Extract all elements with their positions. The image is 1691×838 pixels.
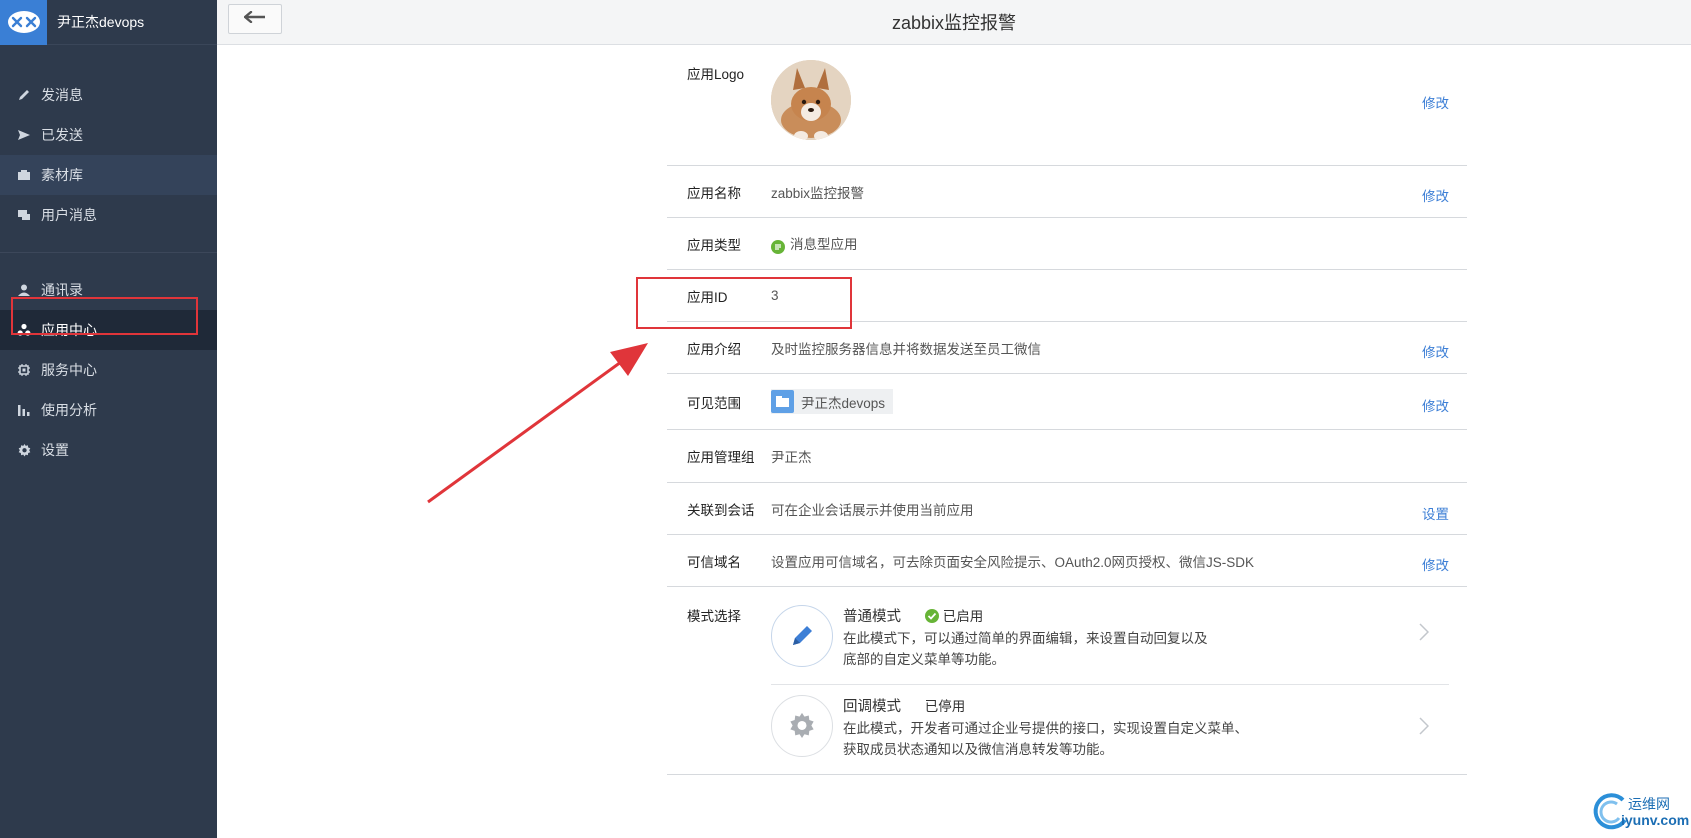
- sidebar-item-label: 服务中心: [41, 362, 97, 378]
- sidebar-item-label: 已发送: [41, 127, 83, 143]
- gear-icon: [16, 442, 32, 458]
- scope-label: 可见范围: [687, 395, 741, 411]
- apps-icon: [16, 322, 32, 338]
- chat-icon: [16, 207, 32, 223]
- session-value: 可在企业会话展示并使用当前应用: [771, 502, 974, 518]
- nav-group-messages: 发消息 已发送 素材库 用户消息: [0, 45, 217, 235]
- edit-logo-link[interactable]: 修改: [1422, 92, 1449, 112]
- type-label: 应用类型: [687, 237, 741, 253]
- edit-intro-link[interactable]: 修改: [1422, 341, 1449, 361]
- edit-name-link[interactable]: 修改: [1422, 185, 1449, 205]
- sidebar-item-service-center[interactable]: 服务中心: [0, 350, 217, 390]
- domain-value: 设置应用可信域名，可去除页面安全风险提示、OAuth2.0网页授权、微信JS-S…: [771, 554, 1255, 570]
- mode-normal-desc-line1: 在此模式下，可以通过简单的界面编辑，来设置自动回复以及: [843, 631, 1208, 646]
- sidebar-item-sent[interactable]: 已发送: [0, 115, 217, 155]
- watermark-cn: 运维网: [1628, 796, 1670, 812]
- admin-label: 应用管理组: [687, 450, 755, 465]
- mode-callback-status: 已停用: [924, 699, 966, 714]
- sidebar-item-label: 发消息: [41, 87, 83, 103]
- brand-logo-icon: [0, 0, 47, 45]
- row-trusted-domain: 可信域名 设置应用可信域名，可去除页面安全风险提示、OAuth2.0网页授权、微…: [667, 535, 1467, 587]
- gear-icon: [771, 695, 833, 757]
- name-label: 应用名称: [687, 185, 741, 201]
- check-circle-icon: [924, 609, 939, 626]
- topbar: zabbix监控报警: [217, 0, 1691, 45]
- row-app-intro: 应用介绍 及时监控服务器信息并将数据发送至员工微信 修改: [667, 322, 1467, 374]
- intro-label: 应用介绍: [687, 341, 741, 357]
- brand-header[interactable]: 尹正杰devops: [0, 0, 217, 45]
- user-icon: [16, 282, 32, 298]
- message-type-icon: [771, 240, 785, 254]
- watermark-logo: 运维网 iyunv.com: [1587, 790, 1690, 832]
- app-type-value: 消息型应用: [790, 237, 858, 252]
- sidebar-item-label: 通讯录: [41, 282, 83, 298]
- brand-name: 尹正杰devops: [57, 14, 145, 30]
- nav-group-manage: 通讯录 应用中心 服务中心 使用分析 设置: [0, 252, 217, 470]
- annotation-arrow: [427, 343, 648, 504]
- folder-icon: [771, 390, 794, 413]
- app-name-value: zabbix监控报警: [771, 185, 865, 201]
- sidebar-item-contacts[interactable]: 通讯录: [0, 270, 217, 310]
- row-mode-select: 模式选择 普通模式 已启用 在此模式下，可以通过简单的界面编辑，来设置自动回复以…: [667, 587, 1467, 775]
- chip-icon: [16, 362, 32, 378]
- row-app-type: 应用类型 消息型应用: [667, 218, 1467, 270]
- pencil-icon: [16, 87, 32, 103]
- row-app-name: 应用名称 zabbix监控报警 修改: [667, 166, 1467, 218]
- mode-normal-title: 普通模式: [843, 609, 901, 625]
- row-logo: 应用Logo 修改: [667, 45, 1467, 166]
- mode-normal[interactable]: 普通模式 已启用 在此模式下，可以通过简单的界面编辑，来设置自动回复以及 底部的…: [771, 605, 1449, 685]
- logo-label: 应用Logo: [687, 67, 745, 82]
- sidebar-item-send-message[interactable]: 发消息: [0, 75, 217, 115]
- app-id-value: 3: [771, 288, 779, 303]
- watermark-en: iyunv.com: [1621, 812, 1690, 828]
- app-details-panel: 应用Logo 修改 应用名称 zabbix监控报警 修改 应用类型 消息型应用 …: [667, 45, 1467, 775]
- sidebar-item-materials[interactable]: 素材库: [0, 155, 217, 195]
- sidebar-item-label: 应用中心: [41, 322, 97, 338]
- edit-scope-link[interactable]: 修改: [1422, 395, 1449, 415]
- scope-chip[interactable]: 尹正杰devops: [771, 389, 894, 414]
- row-admin-group: 应用管理组 尹正杰: [667, 430, 1467, 483]
- mode-callback[interactable]: 回调模式 已停用 在此模式，开发者可通过企业号提供的接口，实现设置自定义菜单、 …: [771, 685, 1449, 774]
- sidebar-item-label: 素材库: [41, 167, 83, 183]
- chevron-right-icon: [1419, 623, 1430, 644]
- mode-callback-title: 回调模式: [843, 699, 901, 715]
- mode-normal-status: 已启用: [942, 609, 984, 624]
- app-intro-value: 及时监控服务器信息并将数据发送至员工微信: [771, 341, 1041, 357]
- row-session: 关联到会话 可在企业会话展示并使用当前应用 设置: [667, 483, 1467, 535]
- sidebar-item-label: 使用分析: [41, 402, 97, 418]
- row-visible-scope: 可见范围 尹正杰devops 修改: [667, 374, 1467, 430]
- domain-label: 可信域名: [687, 554, 741, 570]
- sidebar-item-settings[interactable]: 设置: [0, 430, 217, 470]
- mode-callback-desc-line2: 获取成员状态通知以及微信消息转发等功能。: [843, 742, 1113, 757]
- admin-value: 尹正杰: [771, 450, 812, 465]
- sidebar: 尹正杰devops 发消息 已发送 素材库 用户消息 通讯录 应用中心 服务中心…: [0, 0, 217, 838]
- sidebar-item-app-center[interactable]: 应用中心: [0, 310, 217, 350]
- id-label: 应用ID: [687, 289, 728, 305]
- mode-label: 模式选择: [687, 609, 741, 624]
- session-label: 关联到会话: [687, 502, 755, 518]
- scope-value: 尹正杰devops: [801, 395, 886, 411]
- sidebar-item-label: 用户消息: [41, 207, 97, 223]
- sidebar-item-user-messages[interactable]: 用户消息: [0, 195, 217, 235]
- edit-domain-link[interactable]: 修改: [1422, 554, 1449, 574]
- pencil-icon: [771, 605, 833, 667]
- bar-chart-icon: [16, 402, 32, 418]
- send-icon: [16, 127, 32, 143]
- chevron-right-icon: [1419, 717, 1430, 738]
- page-title: zabbix监控报警: [891, 13, 1017, 33]
- session-settings-link[interactable]: 设置: [1422, 503, 1449, 523]
- app-logo-avatar: [771, 60, 851, 140]
- row-app-id: 应用ID 3: [667, 270, 1467, 322]
- sidebar-item-analytics[interactable]: 使用分析: [0, 390, 217, 430]
- sidebar-item-label: 设置: [41, 442, 69, 458]
- folder-icon: [16, 167, 32, 183]
- mode-callback-desc-line1: 在此模式，开发者可通过企业号提供的接口，实现设置自定义菜单、: [843, 721, 1248, 736]
- mode-normal-desc-line2: 底部的自定义菜单等功能。: [843, 652, 1005, 667]
